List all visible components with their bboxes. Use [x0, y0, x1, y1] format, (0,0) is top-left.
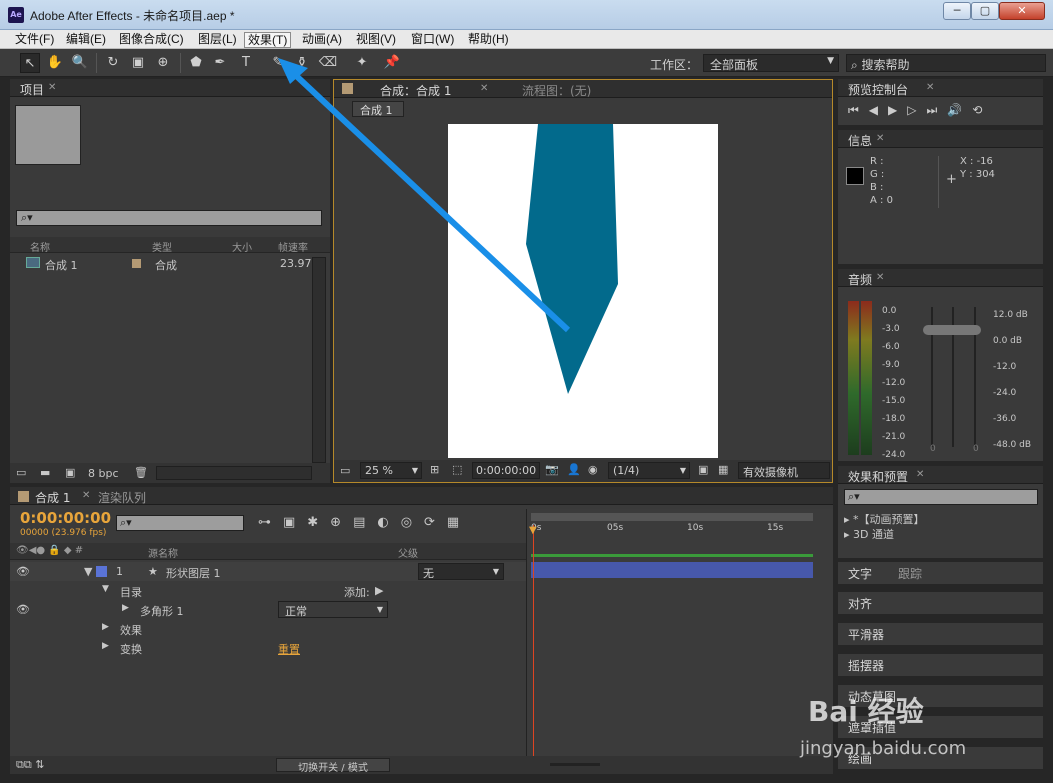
watermark-brand: Bai 经验	[808, 695, 924, 728]
annotation-arrow-overlay	[278, 58, 571, 333]
annotation-arrow-line	[287, 67, 571, 333]
watermark-url: jingyan.baidu.com	[800, 738, 967, 759]
